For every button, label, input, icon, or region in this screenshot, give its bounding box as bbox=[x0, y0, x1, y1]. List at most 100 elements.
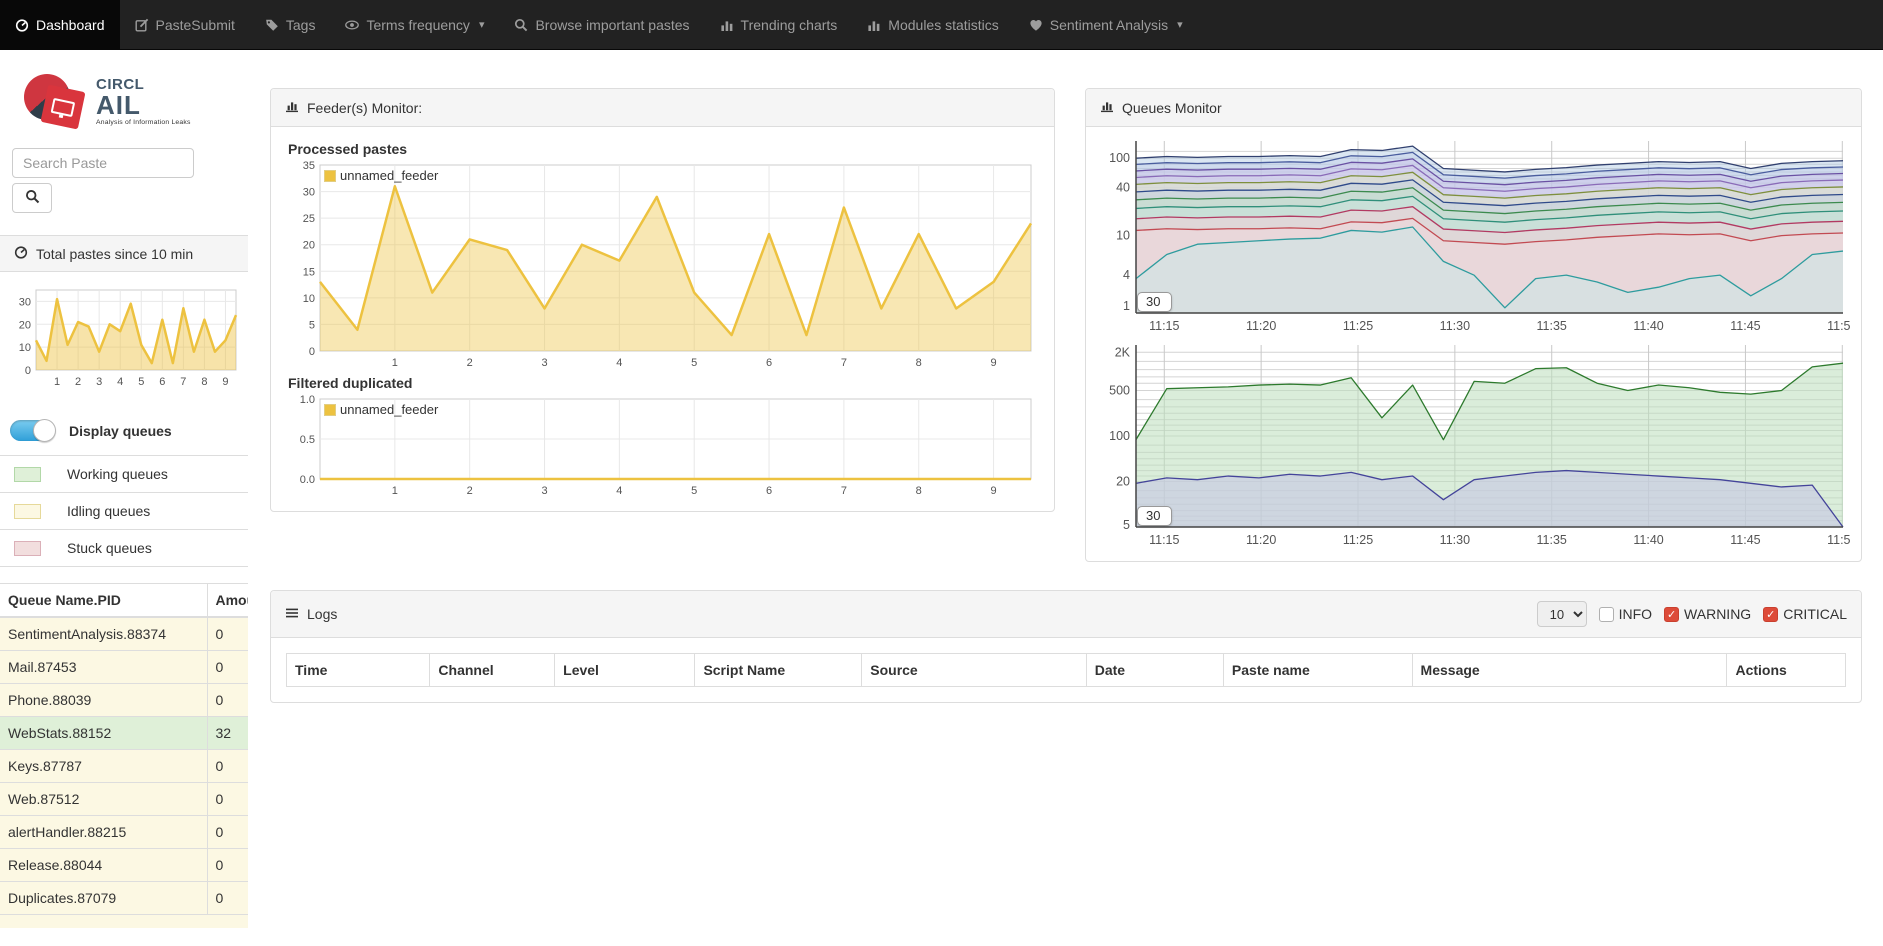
nav-item-label: PasteSubmit bbox=[156, 17, 235, 33]
logs-heading: Logs 10 ✓INFO✓WARNING✓CRITICAL bbox=[271, 591, 1861, 638]
nav-item-dashboard[interactable]: Dashboard bbox=[0, 0, 120, 49]
y-axis-tick-label: 100 bbox=[1109, 151, 1130, 165]
y-axis-tick-label: 4 bbox=[1123, 268, 1130, 282]
nav-item-terms-frequency[interactable]: Terms frequency▾ bbox=[330, 0, 499, 49]
sidebar: CIRCL AIL Analysis of Information Leaks … bbox=[0, 50, 248, 928]
queues-monitor-panel: Queues Monitor 11:1511:2011:2511:3011:35… bbox=[1085, 88, 1862, 562]
queue-row: Duplicates.870790 bbox=[0, 882, 248, 915]
filter-critical[interactable]: ✓CRITICAL bbox=[1763, 606, 1847, 622]
x-axis-tick-label: 8 bbox=[916, 485, 922, 497]
processed-pastes-chart: 12345678905101520253035unnamed_feeder bbox=[286, 159, 1039, 371]
legend-swatch bbox=[14, 467, 41, 482]
x-axis-tick-label: 7 bbox=[841, 357, 847, 369]
filter-warning[interactable]: ✓WARNING bbox=[1664, 606, 1751, 622]
queue-row: Phone.880390 bbox=[0, 684, 248, 717]
total-pastes-mini-chart: 1234567890102030 bbox=[2, 284, 244, 390]
queue-amount: 32 bbox=[207, 717, 248, 750]
queue-row: WebStats.8815232 bbox=[0, 717, 248, 750]
filter-info[interactable]: ✓ INFO bbox=[1599, 606, 1652, 622]
page-size-select[interactable]: 10 bbox=[1537, 601, 1587, 627]
logo-ail: AIL bbox=[96, 92, 191, 118]
legend-swatch bbox=[14, 541, 41, 556]
list-icon bbox=[285, 606, 299, 623]
warning-checkbox[interactable]: ✓ bbox=[1664, 607, 1679, 622]
display-queues-toggle[interactable] bbox=[10, 420, 55, 441]
y-axis-tick-label: 10 bbox=[303, 293, 315, 305]
queue-name: Web.87512 bbox=[0, 783, 207, 816]
queue-name: Keys.87787 bbox=[0, 750, 207, 783]
caret-down-icon: ▾ bbox=[479, 18, 485, 31]
legend-row-stuck-queues: Stuck queues bbox=[0, 529, 248, 567]
x-axis-tick-label: 11:50 bbox=[1827, 319, 1851, 333]
x-axis-tick-label: 3 bbox=[541, 485, 547, 497]
logs-col-header-channel: Channel bbox=[430, 654, 555, 687]
logs-col-header-date: Date bbox=[1086, 654, 1223, 687]
x-axis-tick-label: 11:15 bbox=[1149, 533, 1179, 547]
queue-name: alertHandler.88215 bbox=[0, 816, 207, 849]
x-axis-tick-label: 11:25 bbox=[1343, 533, 1373, 547]
queues-monitor-bottom-chart: 11:1511:2011:2511:3011:3511:4011:4511:50… bbox=[1096, 339, 1851, 551]
filtered-duplicated-chart: 1234567890.00.51.0unnamed_feeder bbox=[286, 393, 1039, 499]
queue-name: Phone.88039 bbox=[0, 684, 207, 717]
eye-icon bbox=[345, 18, 359, 32]
chart-range-selector[interactable]: 30 bbox=[1137, 292, 1172, 312]
queue-row: SentimentAnalysis.883740 bbox=[0, 617, 248, 651]
nav-item-tags[interactable]: Tags bbox=[250, 0, 331, 49]
nav-item-label: Trending charts bbox=[741, 17, 838, 33]
queue-legend: Working queues Idling queuesStuck queues bbox=[0, 455, 248, 567]
feeder-monitor-heading: Feeder(s) Monitor: bbox=[271, 89, 1054, 127]
critical-checkbox[interactable]: ✓ bbox=[1763, 607, 1778, 622]
queue-amount: 0 bbox=[207, 617, 248, 651]
processed-pastes-title: Processed pastes bbox=[288, 141, 1039, 157]
y-axis-tick-label: 100 bbox=[1109, 429, 1130, 443]
x-axis-tick-label: 11:50 bbox=[1827, 533, 1851, 547]
nav-item-browse-important-pastes[interactable]: Browse important pastes bbox=[499, 0, 704, 49]
legend-row-idling-queues: Idling queues bbox=[0, 492, 248, 529]
legend-swatch bbox=[324, 404, 336, 416]
nav-item-pastesubmit[interactable]: PasteSubmit bbox=[120, 0, 250, 49]
logs-col-header-script-name: Script Name bbox=[695, 654, 862, 687]
y-axis-tick-label: 30 bbox=[303, 187, 315, 199]
nav-item-trending-charts[interactable]: Trending charts bbox=[705, 0, 853, 49]
y-axis-tick-label: 1 bbox=[1123, 299, 1130, 313]
x-axis-tick-label: 11:20 bbox=[1246, 533, 1276, 547]
search-button[interactable] bbox=[12, 183, 52, 213]
queue-name: WebStats.88152 bbox=[0, 717, 207, 750]
top-navbar: Dashboard PasteSubmit TagsTerms frequency▾… bbox=[0, 0, 1883, 50]
search-paste-input[interactable] bbox=[12, 148, 194, 178]
search-icon bbox=[514, 18, 528, 32]
legend-row-working-queues: Working queues bbox=[0, 455, 248, 492]
y-axis-tick-label: 5 bbox=[1123, 518, 1130, 532]
info-checkbox[interactable]: ✓ bbox=[1599, 607, 1614, 622]
x-axis-tick-label: 9 bbox=[991, 485, 997, 497]
y-axis-tick-label: 10 bbox=[1116, 229, 1130, 243]
x-axis-tick-label: 5 bbox=[691, 485, 697, 497]
queue-amount: 0 bbox=[207, 783, 248, 816]
queues-monitor-top-chart: 11:1511:2011:2511:3011:3511:4011:4511:50… bbox=[1096, 135, 1851, 337]
filter-label: INFO bbox=[1619, 606, 1652, 622]
x-axis-tick-label: 1 bbox=[54, 376, 60, 388]
y-axis-tick-label: 2K bbox=[1115, 345, 1131, 359]
queue-name: Mail.87453 bbox=[0, 651, 207, 684]
legend-swatch bbox=[324, 170, 336, 182]
nav-item-modules-statistics[interactable]: Modules statistics bbox=[852, 0, 1013, 49]
logs-col-header-paste-name: Paste name bbox=[1223, 654, 1412, 687]
queue-amount: 0 bbox=[207, 882, 248, 915]
feeder-monitor-panel: Feeder(s) Monitor: Processed pastes 1234… bbox=[270, 88, 1055, 512]
x-axis-tick-label: 11:45 bbox=[1730, 533, 1760, 547]
legend-label: Working queues bbox=[67, 466, 168, 482]
chart-range-selector[interactable]: 30 bbox=[1137, 506, 1172, 526]
y-axis-tick-label: 10 bbox=[19, 342, 31, 354]
processed-pastes-svg: 12345678905101520253035 bbox=[286, 159, 1039, 371]
x-axis-tick-label: 6 bbox=[766, 357, 772, 369]
queue-name: Duplicates.87079 bbox=[0, 882, 207, 915]
y-axis-tick-label: 25 bbox=[303, 213, 315, 225]
y-axis-tick-label: 20 bbox=[19, 319, 31, 331]
logs-col-header-time: Time bbox=[287, 654, 430, 687]
nav-item-label: Browse important pastes bbox=[535, 17, 689, 33]
x-axis-tick-label: 5 bbox=[691, 357, 697, 369]
nav-item-sentiment-analysis[interactable]: Sentiment Analysis▾ bbox=[1014, 0, 1198, 49]
logs-col-header-source: Source bbox=[862, 654, 1086, 687]
y-axis-tick-label: 0.0 bbox=[300, 474, 315, 486]
ail-logo-icon bbox=[24, 70, 88, 134]
